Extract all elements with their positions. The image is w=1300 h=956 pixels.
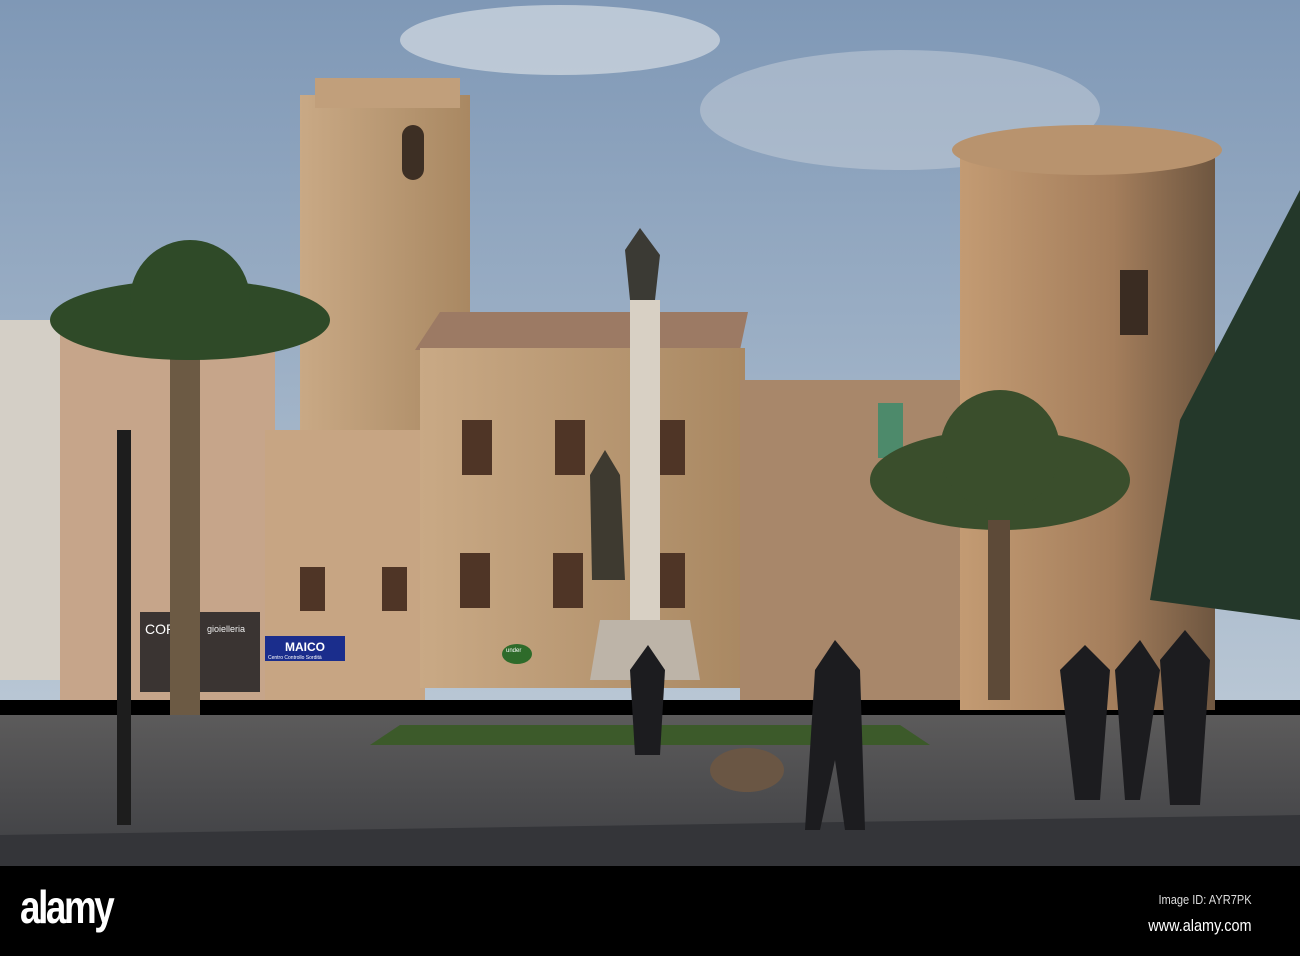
flower-planter [710, 748, 784, 792]
under-sign [502, 644, 532, 664]
tower-window [1120, 270, 1148, 335]
maico-sign-subtext: Centro Controllo Sordità [268, 655, 322, 661]
maico-sign-text: MAICO [285, 640, 325, 654]
website-link[interactable]: www.alamy.com [1149, 916, 1252, 936]
image-id: Image ID: AYR7PK [1158, 892, 1252, 907]
alamy-logo: alamy [20, 881, 115, 933]
piazza-photo: CORVI gioielleria MAICO Centro Controllo… [0, 0, 1300, 866]
round-tower-top [952, 125, 1222, 175]
palm-trunk [988, 520, 1010, 700]
palm-trunk [170, 330, 200, 720]
bell-tower-top [315, 78, 460, 108]
footer-bar: alamy Image ID: AYR7PK www.alamy.com [0, 866, 1300, 956]
monument-column [630, 300, 660, 620]
gioielleria-sign: gioielleria [207, 624, 245, 634]
palazzo [420, 348, 745, 688]
street-lamp [117, 430, 131, 825]
under-sign-text: under [506, 648, 521, 654]
left-glass-building [0, 320, 60, 680]
bell-window [402, 125, 424, 180]
cloud [400, 5, 720, 75]
roof [415, 312, 748, 350]
